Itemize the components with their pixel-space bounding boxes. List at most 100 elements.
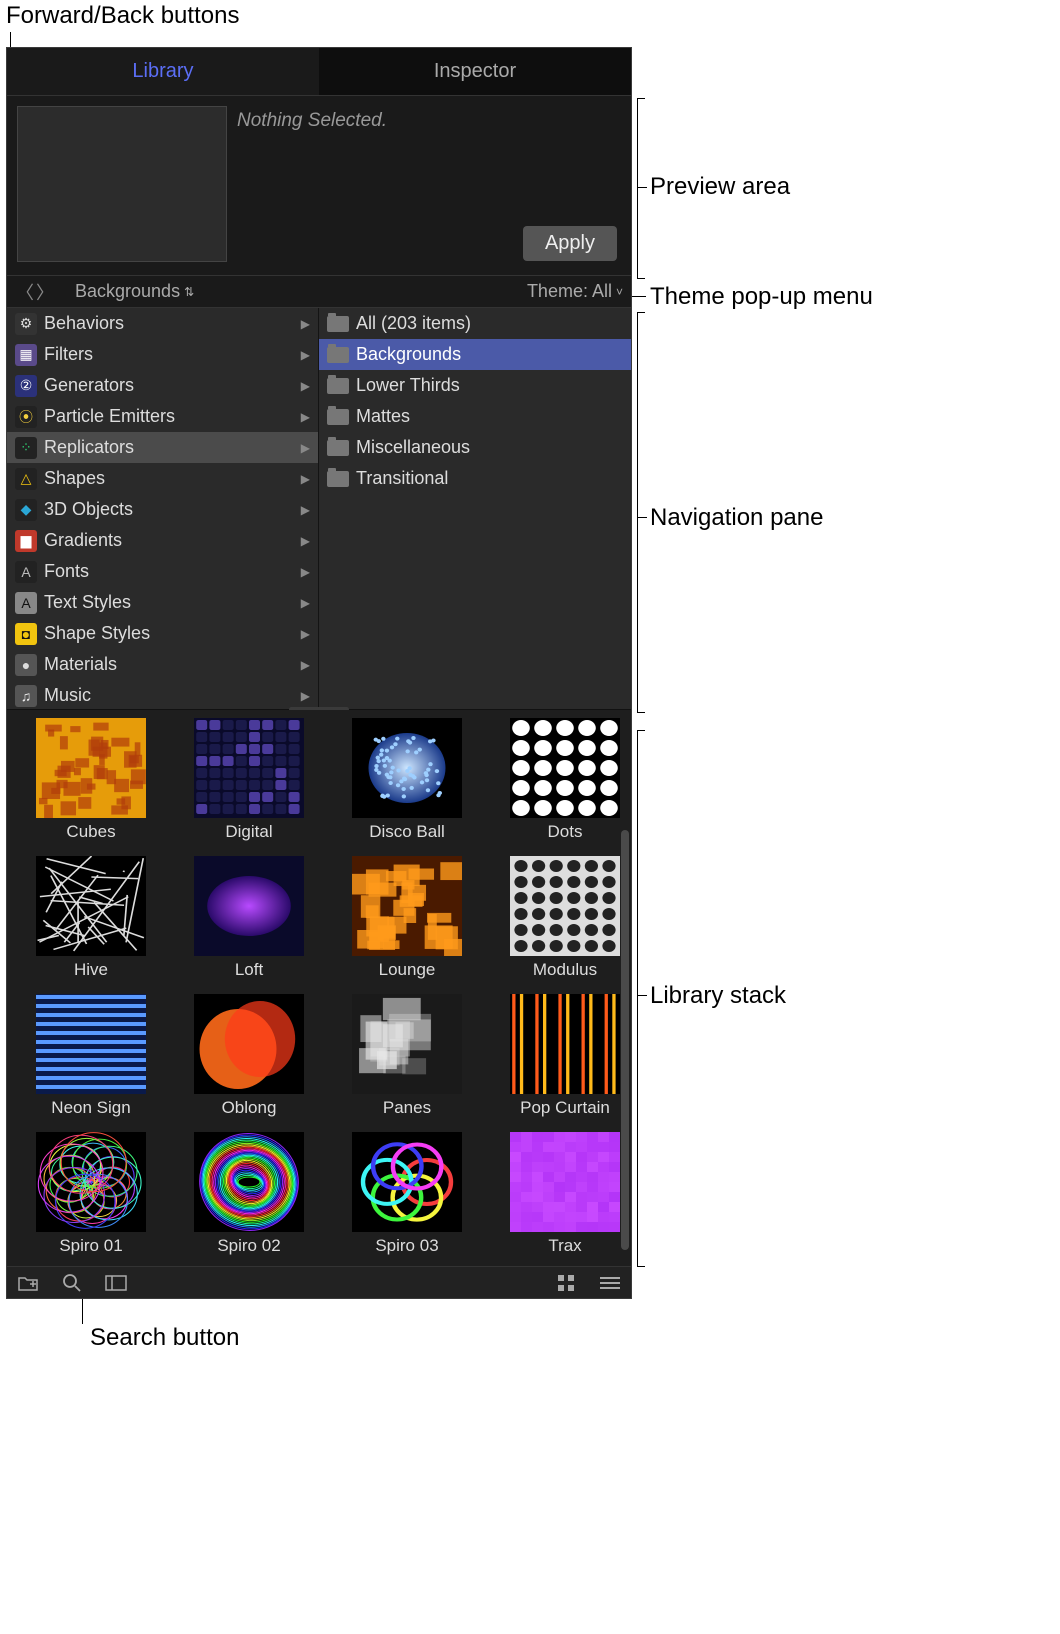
path-popup[interactable]: Backgrounds ⇅	[75, 281, 194, 302]
item-label: Spiro 01	[21, 1236, 161, 1256]
apply-button[interactable]: Apply	[523, 226, 617, 261]
subfolder-item[interactable]: Mattes	[319, 401, 631, 432]
library-item[interactable]: Disco Ball	[337, 718, 477, 842]
library-item[interactable]: Cubes	[21, 718, 161, 842]
disclosure-arrow-icon: ▶	[301, 410, 310, 424]
item-thumbnail	[194, 1132, 304, 1232]
category-item[interactable]: ⚙Behaviors▶	[7, 308, 318, 339]
category-icon: ⦿	[15, 406, 37, 428]
category-label: Fonts	[44, 561, 89, 582]
item-thumbnail	[36, 994, 146, 1094]
tab-inspector[interactable]: Inspector	[319, 48, 631, 95]
new-folder-button[interactable]	[17, 1272, 39, 1294]
subfolder-item[interactable]: Lower Thirds	[319, 370, 631, 401]
folder-icon	[327, 471, 349, 487]
subfolder-label: Transitional	[356, 468, 448, 489]
item-label: Spiro 03	[337, 1236, 477, 1256]
item-thumbnail	[352, 994, 462, 1094]
item-label: Oblong	[179, 1098, 319, 1118]
category-item[interactable]: △Shapes▶	[7, 463, 318, 494]
category-icon: ◆	[15, 499, 37, 521]
library-item[interactable]: Lounge	[337, 856, 477, 980]
category-item[interactable]: AFonts▶	[7, 556, 318, 587]
item-label: Trax	[495, 1236, 631, 1256]
category-item[interactable]: AText Styles▶	[7, 587, 318, 618]
list-view-button[interactable]	[599, 1272, 621, 1294]
subfolder-item[interactable]: Miscellaneous	[319, 432, 631, 463]
category-item[interactable]: ②Generators▶	[7, 370, 318, 401]
item-thumbnail	[36, 1132, 146, 1232]
item-thumbnail	[194, 856, 304, 956]
library-item[interactable]: Loft	[179, 856, 319, 980]
library-item[interactable]: Neon Sign	[21, 994, 161, 1118]
subfolder-label: Miscellaneous	[356, 437, 470, 458]
search-button[interactable]	[61, 1272, 83, 1294]
item-label: Disco Ball	[337, 822, 477, 842]
category-icon: △	[15, 468, 37, 490]
disclosure-arrow-icon: ▶	[301, 441, 310, 455]
sidebar-toggle-button[interactable]	[105, 1272, 127, 1294]
category-item[interactable]: ⦿Particle Emitters▶	[7, 401, 318, 432]
bottom-toolbar	[7, 1266, 631, 1298]
library-item[interactable]: Panes	[337, 994, 477, 1118]
category-icon: ▆	[15, 530, 37, 552]
category-icon: ♫	[15, 685, 37, 707]
back-button[interactable]: 〈	[15, 279, 35, 305]
category-item[interactable]: ▦ Filters ▶	[7, 339, 318, 370]
category-label: 3D Objects	[44, 499, 133, 520]
item-label: Dots	[495, 822, 631, 842]
subfolder-label: Mattes	[356, 406, 410, 427]
library-item[interactable]: Hive	[21, 856, 161, 980]
library-item[interactable]: Dots	[495, 718, 631, 842]
category-item[interactable]: ⁘Replicators▶	[7, 432, 318, 463]
subfolder-label: All (203 items)	[356, 313, 471, 334]
library-item[interactable]: Digital	[179, 718, 319, 842]
subfolder-item[interactable]: Transitional	[319, 463, 631, 494]
disclosure-arrow-icon: ▶	[301, 348, 310, 362]
callout-stack: Library stack	[650, 982, 786, 1010]
callout-search: Search button	[90, 1324, 239, 1352]
item-thumbnail	[36, 718, 146, 818]
folder-icon	[327, 316, 349, 332]
category-item[interactable]: ♫Music▶	[7, 680, 318, 709]
disclosure-arrow-icon: ▶	[301, 596, 310, 610]
item-label: Modulus	[495, 960, 631, 980]
library-item[interactable]: Oblong	[179, 994, 319, 1118]
item-thumbnail	[352, 1132, 462, 1232]
chevron-down-icon: ˅	[616, 285, 623, 299]
preview-area: Nothing Selected. Apply	[7, 96, 631, 276]
category-icon: ⚙	[15, 313, 37, 335]
item-label: Loft	[179, 960, 319, 980]
library-panel: Library Inspector Nothing Selected. Appl…	[6, 47, 632, 1299]
folder-icon	[327, 440, 349, 456]
forward-button[interactable]: 〉	[35, 279, 55, 305]
tab-library[interactable]: Library	[7, 48, 319, 95]
category-item[interactable]: ◘Shape Styles▶	[7, 618, 318, 649]
category-label: Filters	[44, 344, 93, 365]
disclosure-arrow-icon: ▶	[301, 627, 310, 641]
subfolder-item[interactable]: Backgrounds	[319, 339, 631, 370]
category-item[interactable]: ◆3D Objects▶	[7, 494, 318, 525]
path-bar: 〈 〉 Backgrounds ⇅ Theme: All ˅	[7, 276, 631, 308]
subfolder-item[interactable]: All (203 items)	[319, 308, 631, 339]
library-item[interactable]: Spiro 01	[21, 1132, 161, 1256]
library-item[interactable]: Spiro 02	[179, 1132, 319, 1256]
theme-popup[interactable]: Theme: All ˅	[527, 281, 623, 302]
item-thumbnail	[510, 1132, 620, 1232]
library-item[interactable]: Modulus	[495, 856, 631, 980]
category-item[interactable]: ●Materials▶	[7, 649, 318, 680]
category-icon: ▦	[15, 344, 37, 366]
scrollbar-thumb[interactable]	[621, 830, 629, 1250]
icon-view-button[interactable]	[555, 1272, 577, 1294]
folder-icon	[327, 409, 349, 425]
library-item[interactable]: Pop Curtain	[495, 994, 631, 1118]
folder-icon	[327, 347, 349, 363]
item-thumbnail	[352, 856, 462, 956]
subfolder-column: All (203 items) BackgroundsLower Thirds Ma…	[319, 308, 631, 709]
library-item[interactable]: Trax	[495, 1132, 631, 1256]
navigation-pane: ⚙Behaviors▶ ▦ Filters ▶ ②Generators▶⦿Particl…	[7, 308, 631, 710]
item-thumbnail	[510, 856, 620, 956]
library-item[interactable]: Spiro 03	[337, 1132, 477, 1256]
category-item[interactable]: ▆Gradients▶	[7, 525, 318, 556]
item-label: Panes	[337, 1098, 477, 1118]
